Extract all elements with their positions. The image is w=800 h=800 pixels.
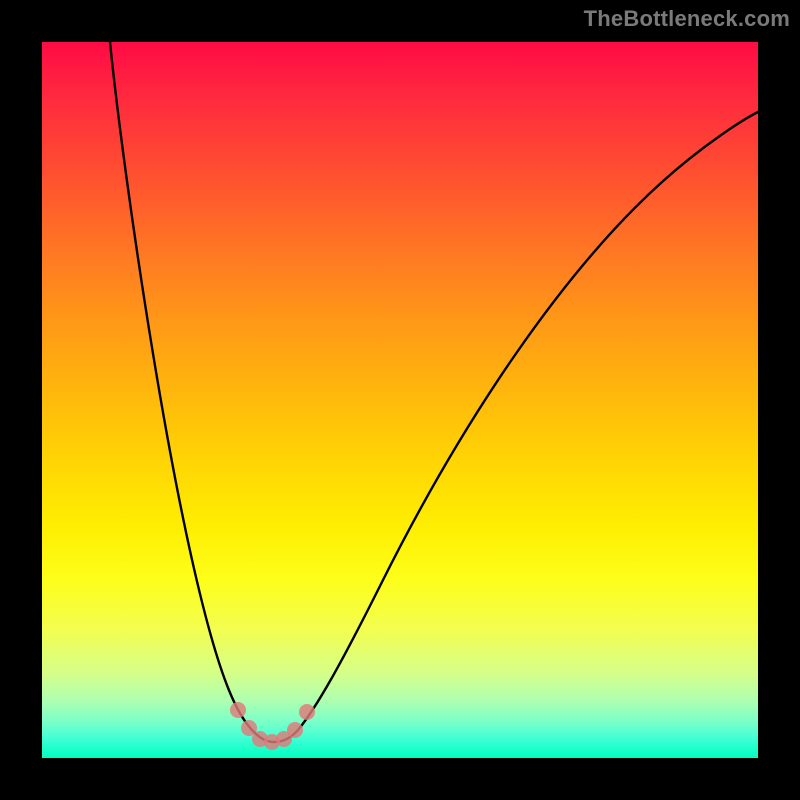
watermark: TheBottleneck.com xyxy=(584,6,790,32)
plot-area xyxy=(42,42,758,758)
chart-container: TheBottleneck.com xyxy=(0,0,800,800)
curve-layer xyxy=(42,42,758,758)
bottleneck-curve xyxy=(110,42,758,742)
